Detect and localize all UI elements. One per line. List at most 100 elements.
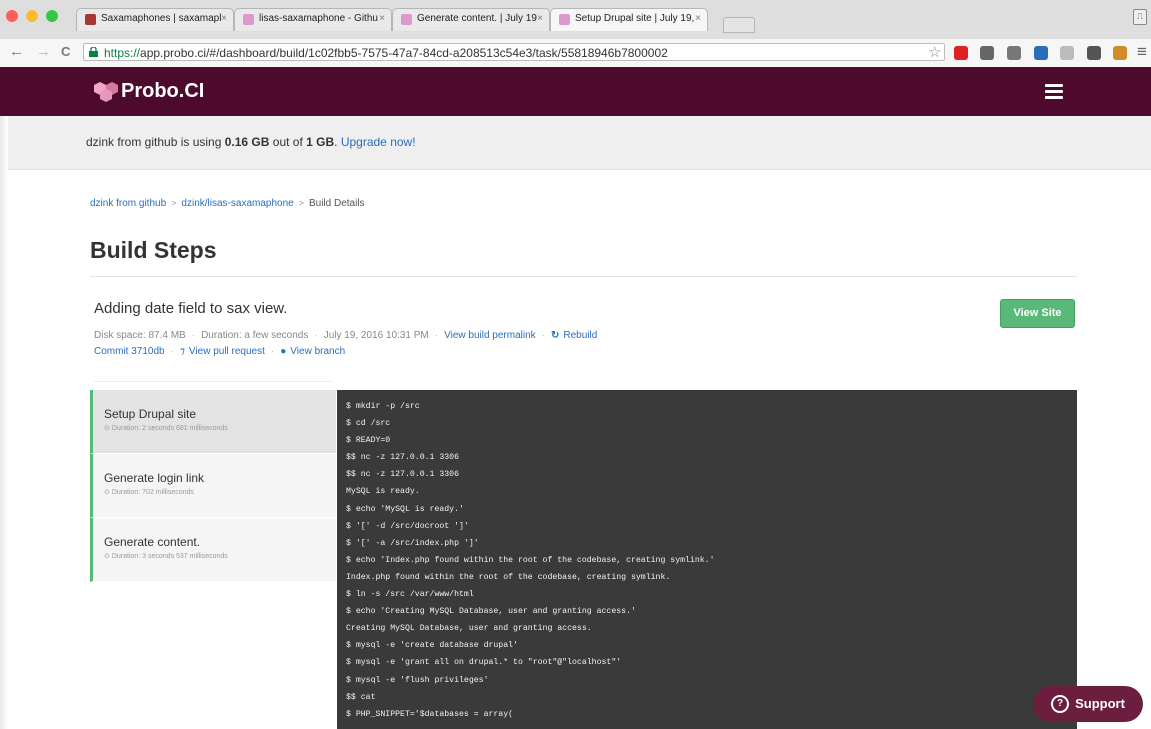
browser-tab[interactable]: lisas-saxamaphone - Githu × [234,8,392,31]
console-line: $ '[' -d /src/docroot ']' [346,521,469,531]
tab-title: lisas-saxamaphone - Githu [259,13,378,24]
probo-logo[interactable]: Probo.CI [93,79,204,103]
commit-link[interactable]: Commit 3710db [94,346,165,357]
build-name: Adding date field to sax view. [94,300,288,317]
browser-tab-bar: Saxamaphones | saxamapl × lisas-saxamaphon… [0,0,1151,39]
minimize-window-button[interactable] [26,10,38,22]
logo-text: Probo.CI [121,80,205,102]
console-line: $ echo 'Index.php found within the root … [346,555,715,565]
tab-title: Setup Drupal site | July 19, [575,13,695,24]
console-line: $ mysql -e 'create database drupal' [346,641,518,651]
console-line: $$ nc -z 127.0.0.1 3306 [346,470,460,480]
menu-icon[interactable] [1045,84,1063,99]
console-line: $ echo 'Creating MySQL Database, user an… [346,607,636,617]
console-line: $ '[' -a /src/index.php ']' [346,538,479,548]
maximize-window-button[interactable] [46,10,58,22]
meta-divider [94,381,334,382]
clock-icon: ⊙ [104,553,112,560]
browser-tab[interactable]: Saxamaphones | saxamapl × [76,8,234,31]
tab-favicon-icon [401,14,412,25]
console-output[interactable]: $ mkdir -p /src $ cd /src $ READY=0 $$ nc -… [337,390,1077,729]
step-setup-drupal-site[interactable]: Setup Drupal site ⊙ Duration: 2 seconds … [90,390,336,454]
back-icon[interactable]: ← [9,44,24,59]
extension-icon[interactable] [1007,46,1021,60]
console-line: MySQL is ready. [346,487,420,497]
build-duration: Duration: a few seconds [201,330,309,341]
address-bar[interactable]: https://app.probo.ci/#/dashboard/build/1… [83,43,945,61]
permalink-link[interactable]: View build permalink [444,330,536,341]
step-duration: Duration: 702 milliseconds [111,489,194,496]
breadcrumb-current: Build Details [308,198,365,209]
console-line: $ mysql -e 'flush privileges' [346,675,489,685]
console-line: $ cd /src [346,419,391,429]
build-meta: Disk space: 87.4 MB · Duration: a few seco… [94,330,598,341]
step-duration: Duration: 3 seconds 537 milliseconds [111,553,228,560]
page-title: Build Steps [90,237,217,263]
console-line: Creating MySQL Database, user and granti… [346,624,592,634]
usage-banner: dzink from github is using 0.16 GB out o… [0,116,1151,170]
tab-close-icon[interactable]: × [537,13,543,24]
console-line: $ ln -s /src /var/www/html [346,590,474,600]
title-divider [90,276,1077,277]
browser-toolbar: ← → C https://app.probo.ci/#/dashboard/b… [0,39,1151,68]
left-edge-shadow [0,116,8,729]
breadcrumb: dzink from github > dzink/lisas-saxamaphon… [90,198,365,209]
forward-icon[interactable]: → [36,44,51,59]
step-name: Generate login link [104,471,205,485]
tab-favicon-icon [85,14,96,25]
browser-tab[interactable]: Setup Drupal site | July 19, × [550,8,708,31]
step-duration: Duration: 2 seconds 681 milliseconds [111,425,228,432]
step-generate-content[interactable]: Generate content. ⊙ Duration: 3 seconds … [90,518,336,582]
console-line: $ READY=0 [346,436,391,446]
extension-icon[interactable] [1087,46,1101,60]
clock-icon: ⊙ [104,489,112,496]
console-line: $$ nc -z 127.0.0.1 3306 [346,453,460,463]
console-line: $ mkdir -p /src [346,402,420,411]
tab-favicon-icon [243,14,254,25]
tab-close-icon[interactable]: × [379,13,385,24]
probo-logo-icon [94,82,118,102]
clock-icon: ⊙ [104,425,112,432]
browser-menu-icon[interactable]: ≡ [1137,42,1147,62]
bookmark-star-icon[interactable]: ☆ [928,43,941,61]
branch-link[interactable]: ● View branch [280,346,345,357]
rebuild-link[interactable]: ↻ Rebuild [551,330,597,341]
disk-space: Disk space: 87.4 MB [94,330,186,341]
url-text: app.probo.ci/#/dashboard/build/1c02fbb5-… [140,46,668,60]
console-line: $ PHP_SNIPPET='$databases = array( [346,709,514,719]
support-label: Support [1075,696,1125,711]
tab-close-icon[interactable]: × [221,13,227,24]
extension-icon[interactable] [954,46,968,60]
github-icon: ● [280,346,287,357]
reload-icon[interactable]: C [61,44,70,59]
extension-icon[interactable] [980,46,994,60]
extension-icon[interactable] [1060,46,1074,60]
new-tab-button[interactable] [723,17,755,33]
browser-tab[interactable]: Generate content. | July 19 × [392,8,550,31]
help-icon: ? [1051,694,1070,713]
build-date: July 19, 2016 10:31 PM [323,330,429,341]
extension-icon[interactable] [1113,46,1127,60]
usage-used: 0.16 GB [224,135,270,149]
breadcrumb-repo[interactable]: dzink/lisas-saxamaphone [181,198,293,209]
breadcrumb-owner[interactable]: dzink from github [90,198,166,209]
pull-request-link[interactable]: ⁊ View pull request [180,346,265,357]
view-site-button[interactable]: View Site [1000,299,1075,328]
refresh-icon: ↻ [550,330,560,341]
support-button[interactable]: ? Support [1033,686,1143,722]
step-name: Generate content. [104,535,201,549]
profile-icon[interactable]: ⎍ [1133,9,1147,25]
lock-icon [89,47,98,57]
usage-text: dzink from github is using 0.16 GB out o… [86,135,416,149]
upgrade-link[interactable]: Upgrade now! [341,135,416,149]
step-generate-login-link[interactable]: Generate login link ⊙ Duration: 702 mill… [90,454,336,518]
close-window-button[interactable] [6,10,18,22]
extension-icon[interactable] [1034,46,1048,60]
build-links: Commit 3710db · ⁊ View pull request · ● View b… [94,346,346,357]
console-line: $$ cat [346,692,376,702]
build-steps-list: Setup Drupal site ⊙ Duration: 2 seconds … [90,390,336,582]
console-line: Index.php found within the root of the c… [346,572,671,582]
url-scheme: https:// [104,46,141,60]
tab-title: Generate content. | July 19 [417,13,537,24]
tab-close-icon[interactable]: × [695,13,701,24]
